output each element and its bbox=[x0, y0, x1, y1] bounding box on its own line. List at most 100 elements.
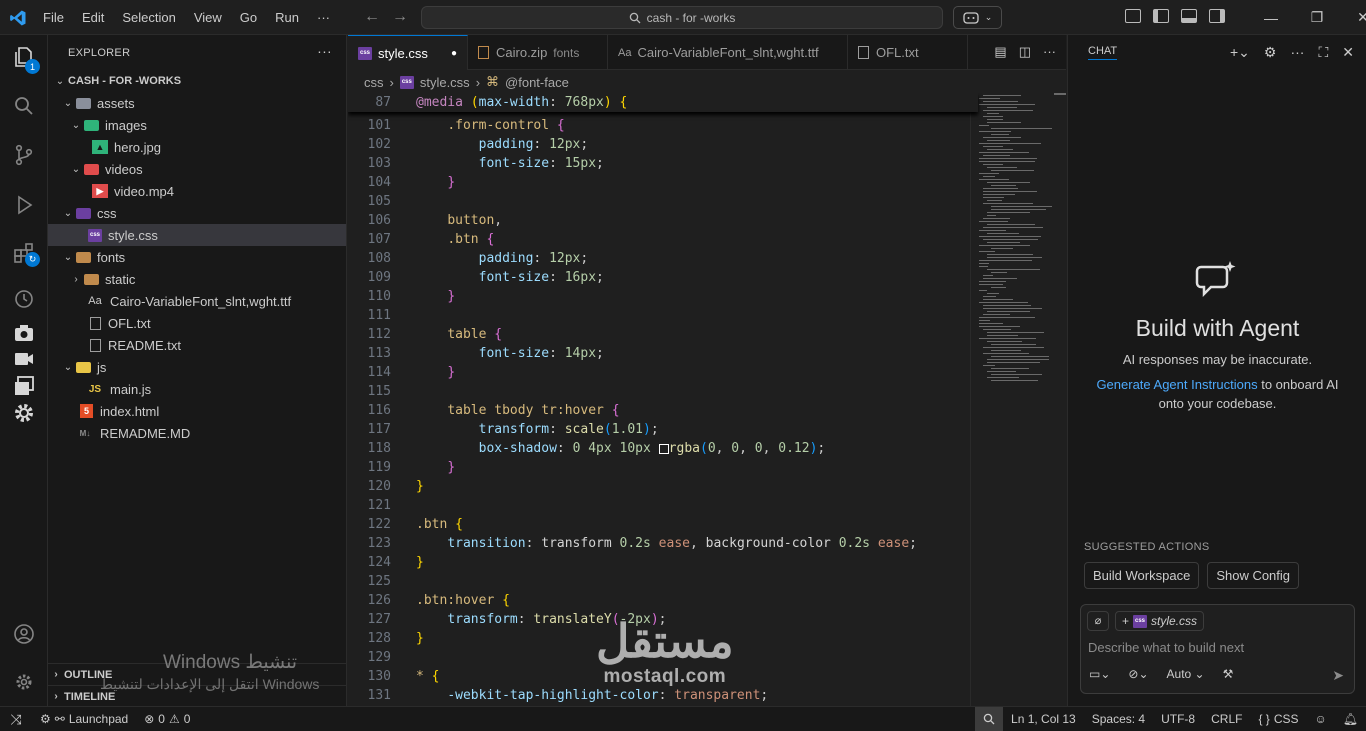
code-line[interactable]: 125 bbox=[348, 572, 978, 591]
copilot-menu-button[interactable]: ⌄ bbox=[953, 6, 1002, 29]
show-config-button[interactable]: Show Config bbox=[1207, 562, 1300, 589]
manage-gear-icon[interactable] bbox=[12, 670, 36, 694]
restore-icon[interactable]: ❐ bbox=[1294, 9, 1340, 26]
build-workspace-button[interactable]: Build Workspace bbox=[1084, 562, 1200, 589]
toggle-panel-icon[interactable] bbox=[1181, 9, 1197, 23]
menu-go[interactable]: Go bbox=[231, 10, 266, 25]
toggle-secondary-sidebar-icon[interactable] bbox=[1209, 9, 1225, 23]
forward-arrow-icon[interactable]: → bbox=[392, 8, 408, 26]
code-line[interactable]: 109 font-size: 16px; bbox=[348, 268, 978, 287]
tree-file-ofl-txt[interactable]: OFL.txt bbox=[48, 312, 346, 334]
code-line[interactable]: 103 font-size: 15px; bbox=[348, 154, 978, 173]
code-line[interactable]: 110 } bbox=[348, 287, 978, 306]
model-picker[interactable]: Auto ⌄ bbox=[1167, 667, 1205, 681]
send-icon[interactable]: ➤ bbox=[1332, 667, 1344, 684]
code-line[interactable]: 114 } bbox=[348, 363, 978, 382]
minimap[interactable] bbox=[970, 93, 1054, 706]
more-actions-icon[interactable]: ··· bbox=[1290, 44, 1304, 61]
tree-folder-fonts[interactable]: ⌄ fonts bbox=[48, 246, 346, 268]
minimize-icon[interactable]: — bbox=[1248, 10, 1294, 26]
command-center[interactable]: cash - for -works bbox=[421, 6, 943, 29]
tree-file-readme-txt[interactable]: README.txt bbox=[48, 334, 346, 356]
code-line[interactable]: 118 box-shadow: 0 4px 10px rgba(0, 0, 0,… bbox=[348, 439, 978, 458]
agent-mode-icon[interactable]: ▭⌄ bbox=[1089, 667, 1110, 681]
problems-status[interactable]: ⊗ 0 ⚠ 0 bbox=[136, 712, 198, 726]
timeline-icon[interactable] bbox=[12, 287, 36, 311]
tab-style-css[interactable]: css style.css ● bbox=[348, 35, 468, 70]
code-line[interactable]: 121 bbox=[348, 496, 978, 515]
explorer-root[interactable]: ⌄ CASH - FOR -WORKS bbox=[48, 70, 346, 92]
code-line[interactable]: 117 transform: scale(1.01); bbox=[348, 420, 978, 439]
configure-tools-icon[interactable]: ⚒ bbox=[1223, 667, 1234, 681]
code-line[interactable]: 119 } bbox=[348, 458, 978, 477]
menu-selection[interactable]: Selection bbox=[113, 10, 184, 25]
language-mode[interactable]: { } CSS bbox=[1250, 712, 1306, 726]
tree-file-main-js[interactable]: JS main.js bbox=[48, 378, 346, 400]
customize-layout-icon[interactable] bbox=[1125, 9, 1141, 23]
camera-icon[interactable] bbox=[12, 321, 36, 345]
zoom-search-icon[interactable] bbox=[975, 707, 1004, 731]
code-line[interactable]: 120} bbox=[348, 477, 978, 496]
code-line[interactable]: 107 .btn { bbox=[348, 230, 978, 249]
code-line[interactable]: 116 table tbody tr:hover { bbox=[348, 401, 978, 420]
close-icon[interactable]: ✕ bbox=[1342, 44, 1354, 61]
context-file-chip[interactable]: + css style.css bbox=[1115, 611, 1205, 631]
code-line[interactable]: 101 .form-control { bbox=[348, 116, 978, 135]
unsaved-dot-icon[interactable]: ● bbox=[451, 48, 457, 59]
tree-file-index-html[interactable]: 5 index.html bbox=[48, 400, 346, 422]
video-icon[interactable] bbox=[12, 347, 36, 371]
notifications-bell-icon[interactable]: 🔔︎ bbox=[1335, 712, 1366, 726]
tree-folder-js[interactable]: ⌄ js bbox=[48, 356, 346, 378]
windows-icon[interactable] bbox=[12, 374, 36, 398]
code-line[interactable]: 105 bbox=[348, 192, 978, 211]
search-icon[interactable] bbox=[12, 94, 36, 118]
chat-title[interactable]: CHAT bbox=[1088, 45, 1118, 60]
menu-more[interactable]: ··· bbox=[308, 10, 339, 25]
chat-input-box[interactable]: ⌀ + css style.css Describe what to build… bbox=[1080, 604, 1355, 694]
tree-file-cairo-ttf[interactable]: Aa Cairo-VariableFont_slnt,wght.ttf bbox=[48, 290, 346, 312]
tree-file-style-css[interactable]: css style.css bbox=[48, 224, 346, 246]
code-line[interactable]: 122 .btn { bbox=[348, 515, 978, 534]
menu-file[interactable]: File bbox=[34, 10, 73, 25]
code-line[interactable]: 111 bbox=[348, 306, 978, 325]
code-line[interactable]: 124} bbox=[348, 553, 978, 572]
tree-folder-css[interactable]: ⌄ css bbox=[48, 202, 346, 224]
code-line[interactable]: 106 button, bbox=[348, 211, 978, 230]
sticky-scroll-line[interactable]: 87 @media (max-width: 768px) { bbox=[348, 93, 978, 112]
menu-edit[interactable]: Edit bbox=[73, 10, 113, 25]
end-of-line[interactable]: CRLF bbox=[1203, 712, 1250, 726]
code-line[interactable]: 102 padding: 12px; bbox=[348, 135, 978, 154]
breadcrumb-file[interactable]: style.css bbox=[420, 75, 470, 90]
split-editor-icon[interactable]: ◫ bbox=[1019, 44, 1031, 60]
account-icon[interactable] bbox=[12, 622, 36, 646]
code-line[interactable]: 104 } bbox=[348, 173, 978, 192]
tree-file-hero-jpg[interactable]: ▲ hero.jpg bbox=[48, 136, 346, 158]
menu-run[interactable]: Run bbox=[266, 10, 308, 25]
more-actions-icon[interactable]: ··· bbox=[1043, 44, 1056, 60]
tab-cairo-ttf[interactable]: Aa Cairo-VariableFont_slnt,wght.ttf bbox=[608, 35, 848, 70]
maximize-icon[interactable]: ⛶ bbox=[1318, 44, 1328, 61]
remote-indicator-icon[interactable]: ⤨ bbox=[0, 707, 32, 731]
code-line[interactable]: 112 table { bbox=[348, 325, 978, 344]
code-line[interactable]: 123 transition: transform 0.2s ease, bac… bbox=[348, 534, 978, 553]
launchpad-status[interactable]: ⚙ ⚯ Launchpad bbox=[32, 712, 136, 726]
new-chat-plus-icon[interactable]: +⌄ bbox=[1230, 44, 1250, 61]
code-line[interactable]: 115 bbox=[348, 382, 978, 401]
tab-ofl-txt[interactable]: OFL.txt bbox=[848, 35, 968, 70]
source-control-icon[interactable] bbox=[12, 143, 36, 167]
settings-gear-icon[interactable] bbox=[12, 401, 36, 425]
code-line[interactable]: 113 font-size: 14px; bbox=[348, 344, 978, 363]
code-line[interactable]: 108 padding: 12px; bbox=[348, 249, 978, 268]
tree-file-video-mp4[interactable]: ▶ video.mp4 bbox=[48, 180, 346, 202]
open-preview-icon[interactable]: ▤ bbox=[994, 44, 1006, 60]
tab-cairo-zip[interactable]: Cairo.zip fonts bbox=[468, 35, 608, 70]
attach-paperclip-icon[interactable]: ⌀ bbox=[1087, 611, 1109, 631]
code-line[interactable]: 126 .btn:hover { bbox=[348, 591, 978, 610]
copilot-status-icon[interactable]: ☺ bbox=[1307, 712, 1335, 726]
tools-icon[interactable]: ⊘⌄ bbox=[1128, 667, 1148, 681]
toggle-primary-sidebar-icon[interactable] bbox=[1153, 9, 1169, 23]
chat-input-placeholder[interactable]: Describe what to build next bbox=[1088, 640, 1244, 655]
cursor-position[interactable]: Ln 1, Col 13 bbox=[1003, 712, 1084, 726]
code-line[interactable]: 131 -webkit-tap-highlight-color: transpa… bbox=[348, 686, 978, 705]
tree-folder-static[interactable]: › static bbox=[48, 268, 346, 290]
